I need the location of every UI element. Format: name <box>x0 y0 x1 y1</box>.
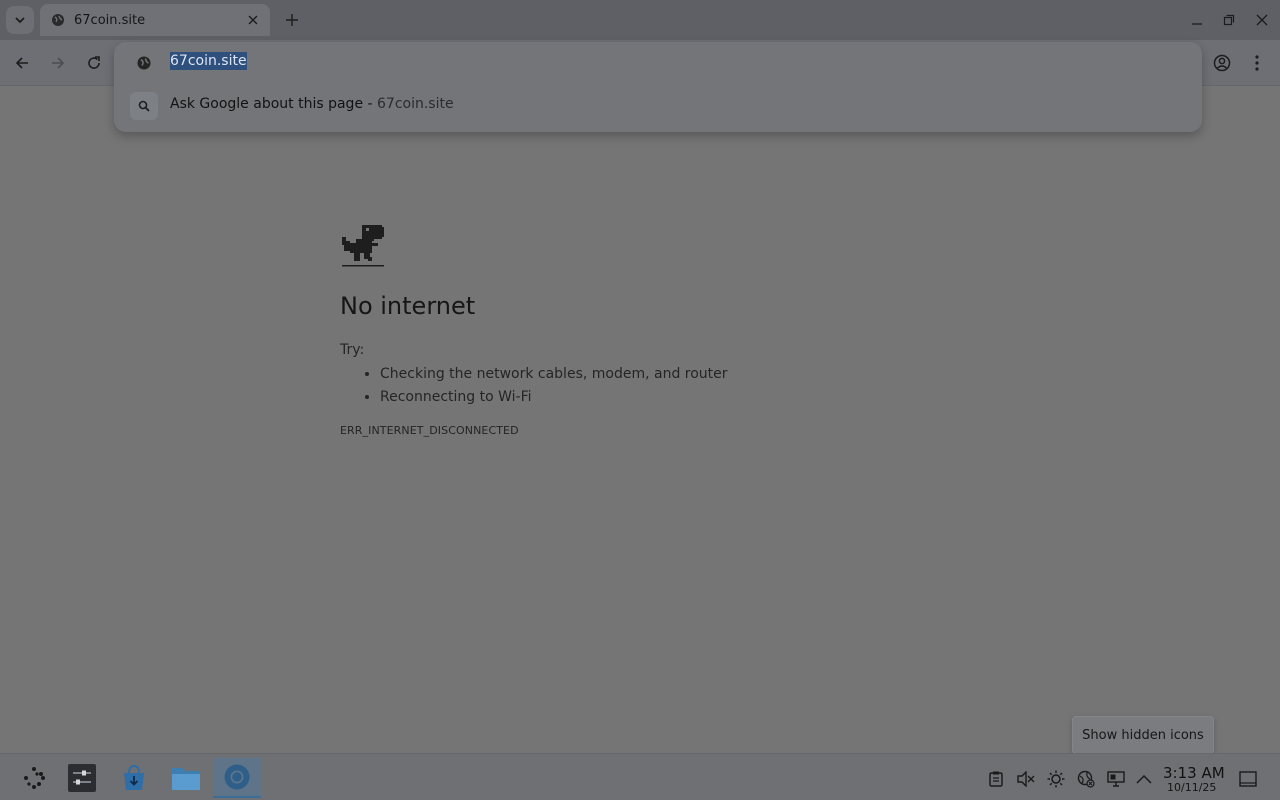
launcher-icon <box>24 767 45 789</box>
back-button[interactable] <box>9 50 35 76</box>
tab-active[interactable]: 67coin.site <box>40 4 270 36</box>
tab-title: 67coin.site <box>74 12 146 28</box>
tab-search-button[interactable] <box>6 6 34 34</box>
error-title: No internet <box>340 292 476 320</box>
forward-button[interactable] <box>45 50 71 76</box>
restore-icon <box>1223 14 1235 26</box>
volume-tray[interactable] <box>1017 770 1035 788</box>
show-desktop-button[interactable] <box>1239 770 1257 788</box>
forward-arrow-icon <box>52 57 65 69</box>
clock-date[interactable]: 10/11/25 <box>1167 781 1216 794</box>
tab-close-button[interactable] <box>244 11 262 29</box>
show-desktop-icon <box>1239 771 1257 787</box>
file-manager-icon <box>172 768 200 790</box>
new-tab-button[interactable] <box>280 8 304 32</box>
chromium-icon <box>224 764 250 790</box>
omnibox-popup: 67coin.site Ask Google about this page -… <box>114 42 1202 132</box>
plus-icon <box>286 14 298 26</box>
display-icon <box>1107 771 1125 787</box>
list-item: Checking the network cables, modem, and … <box>380 365 728 388</box>
minimize-button[interactable] <box>1185 8 1209 32</box>
address-bar[interactable]: 67coin.site <box>114 42 1202 84</box>
suggestion-url: 67coin.site <box>377 96 454 112</box>
search-icon <box>130 92 158 120</box>
profile-icon <box>1213 54 1231 72</box>
error-page: No internet Try: Checking the network ca… <box>0 87 1280 753</box>
selected-url-text: 67coin.site <box>170 52 247 70</box>
omnibox-suggestion[interactable]: Ask Google about this page - 67coin.site <box>114 90 1202 122</box>
list-item: Reconnecting to Wi-Fi <box>380 388 728 411</box>
reload-button[interactable] <box>81 50 107 76</box>
tab-strip: 67coin.site <box>0 0 1280 40</box>
launcher-button[interactable] <box>10 758 58 798</box>
error-code: ERR_INTERNET_DISCONNECTED <box>340 424 519 437</box>
discover-store-icon <box>124 764 144 790</box>
network-disconnected-icon <box>1077 770 1095 788</box>
window-close-button[interactable] <box>1250 8 1274 32</box>
chevron-up-icon <box>1136 774 1152 784</box>
dino-icon <box>342 225 384 267</box>
reload-icon <box>88 56 100 69</box>
restore-button[interactable] <box>1217 8 1241 32</box>
clipboard-icon <box>989 771 1003 787</box>
clock-time[interactable]: 3:13 AM <box>1163 764 1225 782</box>
system-settings-icon <box>68 764 96 792</box>
show-hidden-icons-button[interactable] <box>1135 770 1153 788</box>
clipboard-tray[interactable] <box>987 770 1005 788</box>
taskbar-system-settings[interactable] <box>58 758 106 798</box>
network-tray[interactable] <box>1077 770 1095 788</box>
volume-muted-icon <box>1017 771 1035 787</box>
taskbar: 3:13 AM 10/11/25 <box>0 753 1280 800</box>
close-icon <box>1256 14 1268 26</box>
tray-tooltip: Show hidden icons <box>1072 716 1214 754</box>
taskbar-discover[interactable] <box>110 758 158 798</box>
minimize-icon <box>1192 23 1202 25</box>
brightness-tray[interactable] <box>1047 770 1065 788</box>
taskbar-chromium[interactable] <box>213 758 261 798</box>
address-input[interactable]: 67coin.site <box>170 52 247 73</box>
browser-menu-button[interactable] <box>1244 50 1270 76</box>
taskbar-file-manager[interactable] <box>162 758 210 798</box>
globe-icon <box>50 12 66 28</box>
suggestion-label: Ask Google about this page - <box>170 96 378 112</box>
suggestion-text: Ask Google about this page - 67coin.site <box>170 96 454 112</box>
close-icon <box>248 15 258 25</box>
globe-icon <box>137 56 151 70</box>
profile-button[interactable] <box>1209 50 1235 76</box>
kebab-menu-icon <box>1255 55 1259 71</box>
brightness-icon <box>1047 770 1065 788</box>
tab-search-icon <box>15 17 25 24</box>
display-tray[interactable] <box>1107 770 1125 788</box>
try-label: Try: <box>340 342 365 358</box>
back-arrow-icon <box>15 57 28 69</box>
suggestion-list: Checking the network cables, modem, and … <box>380 365 728 411</box>
